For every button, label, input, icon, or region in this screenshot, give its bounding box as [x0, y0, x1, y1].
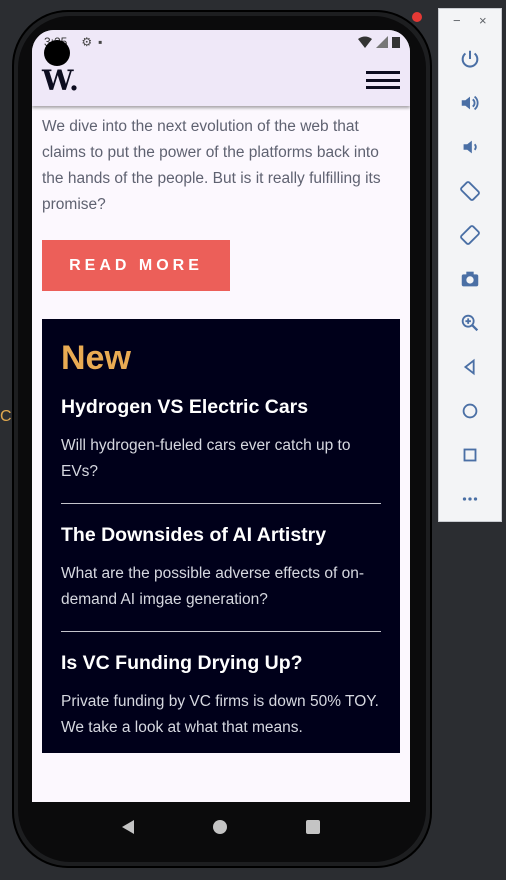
sim-card-icon: ▪ [98, 35, 103, 49]
zoom-icon[interactable] [439, 301, 501, 345]
volume-up-icon[interactable] [439, 81, 501, 125]
new-item-desc: Will hydrogen-fueled cars ever catch up … [61, 437, 351, 480]
volume-down-icon[interactable] [439, 125, 501, 169]
emulator-toolbar: − × [438, 8, 502, 522]
nav-back-icon[interactable] [121, 820, 134, 834]
app-header: W. [32, 54, 410, 106]
new-item-title[interactable]: Hydrogen VS Electric Cars [61, 396, 381, 419]
camera-icon[interactable] [439, 257, 501, 301]
power-icon[interactable] [439, 37, 501, 81]
page-content: We dive into the next evolution of the w… [32, 114, 410, 753]
home-icon[interactable] [439, 389, 501, 433]
menu-icon[interactable] [366, 71, 400, 89]
new-item-desc: What are the possible adverse effects of… [61, 565, 364, 608]
new-item[interactable]: The Downsides of AI Artistry What are th… [61, 524, 381, 613]
side-letter: C [0, 408, 12, 425]
nav-home-icon[interactable] [212, 820, 227, 834]
site-logo[interactable]: W. [42, 64, 79, 97]
back-icon[interactable] [439, 345, 501, 389]
more-icon[interactable] [439, 477, 501, 521]
nav-recents-icon[interactable] [306, 820, 321, 834]
close-button[interactable]: × [479, 13, 487, 28]
settings-icon: ⚙ [81, 35, 93, 49]
divider [61, 631, 381, 632]
overview-icon[interactable] [439, 433, 501, 477]
front-camera [44, 40, 70, 66]
new-item-title[interactable]: The Downsides of AI Artistry [61, 524, 381, 547]
battery-icon [392, 37, 400, 48]
status-bar: 3:25 ⚙ ▪ [32, 30, 410, 54]
notification-dot [412, 12, 422, 22]
wifi-icon [358, 36, 372, 48]
intro-text: We dive into the next evolution of the w… [42, 118, 381, 213]
divider [61, 503, 381, 504]
android-nav-bar [32, 802, 410, 852]
new-item-desc: Private funding by VC firms is down 50% … [61, 693, 379, 736]
new-item[interactable]: Is VC Funding Drying Up? Private funding… [61, 652, 381, 741]
rotate-right-icon[interactable] [439, 213, 501, 257]
new-item-title[interactable]: Is VC Funding Drying Up? [61, 652, 381, 675]
new-section: New Hydrogen VS Electric Cars Will hydro… [42, 319, 400, 753]
minimize-button[interactable]: − [453, 13, 461, 28]
read-more-button[interactable]: READ MORE [42, 240, 230, 291]
rotate-left-icon[interactable] [439, 169, 501, 213]
new-section-title: New [61, 339, 131, 377]
new-item[interactable]: Hydrogen VS Electric Cars Will hydrogen-… [61, 396, 381, 485]
phone-screen: 3:25 ⚙ ▪ W. We dive into the next evolut… [32, 30, 410, 802]
signal-icon [376, 36, 388, 48]
